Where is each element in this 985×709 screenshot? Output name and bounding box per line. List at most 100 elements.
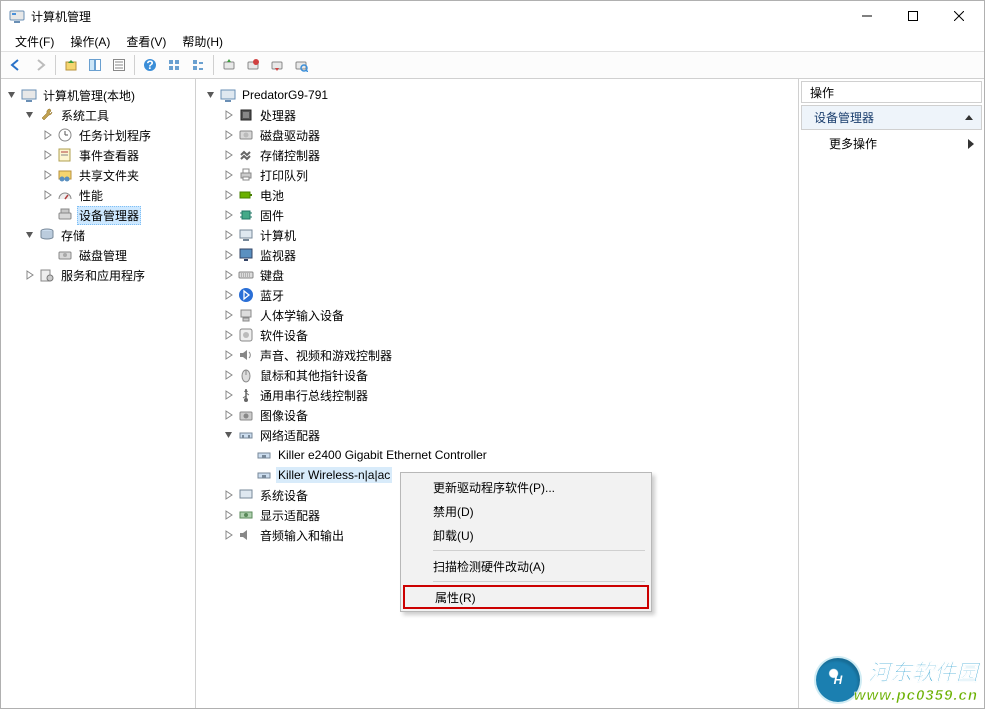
cat-usb[interactable]: 通用串行总线控制器 — [222, 385, 798, 405]
expand-icon[interactable] — [222, 268, 236, 282]
menu-action[interactable]: 操作(A) — [62, 31, 118, 52]
cat-battery[interactable]: 电池 — [222, 185, 798, 205]
tree-label: 任务计划程序 — [77, 126, 153, 145]
actions-more[interactable]: 更多操作 — [801, 130, 982, 157]
cat-firmware[interactable]: 固件 — [222, 205, 798, 225]
expand-icon[interactable] — [23, 268, 37, 282]
tree-event-viewer[interactable]: 事件查看器 — [41, 145, 195, 165]
expand-icon[interactable] — [222, 128, 236, 142]
minimize-button[interactable] — [844, 1, 890, 31]
monitor-icon — [238, 247, 254, 263]
device-killer-ethernet[interactable]: Killer e2400 Gigabit Ethernet Controller — [240, 445, 798, 465]
help-button[interactable]: ? — [139, 54, 161, 76]
collapse-icon[interactable] — [222, 428, 236, 442]
expand-icon[interactable] — [222, 328, 236, 342]
disk-icon — [57, 247, 73, 263]
expand-icon[interactable] — [222, 528, 236, 542]
cat-software-devices[interactable]: 软件设备 — [222, 325, 798, 345]
tree-shared-folders[interactable]: 共享文件夹 — [41, 165, 195, 185]
keyboard-icon — [238, 267, 254, 283]
ctx-scan-hardware[interactable]: 扫描检测硬件改动(A) — [403, 554, 649, 578]
menu-file[interactable]: 文件(F) — [7, 31, 62, 52]
expand-icon[interactable] — [41, 148, 55, 162]
menu-help[interactable]: 帮助(H) — [174, 31, 231, 52]
menu-bar: 文件(F) 操作(A) 查看(V) 帮助(H) — [1, 31, 984, 51]
close-button[interactable] — [936, 1, 982, 31]
expand-icon[interactable] — [222, 188, 236, 202]
tree-label: 共享文件夹 — [77, 166, 141, 185]
device-label: 键盘 — [258, 266, 286, 285]
back-button[interactable] — [5, 54, 27, 76]
expand-icon[interactable] — [222, 108, 236, 122]
expand-icon[interactable] — [222, 388, 236, 402]
device-label: 声音、视频和游戏控制器 — [258, 346, 394, 365]
expand-icon[interactable] — [222, 288, 236, 302]
cat-keyboards[interactable]: 键盘 — [222, 265, 798, 285]
tree-root-computer-management[interactable]: 计算机管理(本地) — [5, 85, 195, 105]
expand-icon[interactable] — [222, 368, 236, 382]
tree-task-scheduler[interactable]: 任务计划程序 — [41, 125, 195, 145]
event-log-icon — [57, 147, 73, 163]
properties-view-button[interactable] — [108, 54, 130, 76]
expand-icon[interactable] — [222, 208, 236, 222]
collapse-icon[interactable] — [23, 228, 37, 242]
app-icon — [9, 8, 25, 24]
ctx-disable[interactable]: 禁用(D) — [403, 499, 649, 523]
toolbar: ? — [1, 51, 984, 79]
disable-button[interactable] — [266, 54, 288, 76]
up-button[interactable] — [60, 54, 82, 76]
window-controls — [844, 1, 982, 31]
expand-icon[interactable] — [222, 308, 236, 322]
expand-icon[interactable] — [222, 228, 236, 242]
expand-icon[interactable] — [41, 128, 55, 142]
device-root[interactable]: PredatorG9-791 — [204, 85, 798, 105]
device-label: 鼠标和其他指针设备 — [258, 366, 370, 385]
collapse-icon[interactable] — [204, 88, 218, 102]
cat-imaging[interactable]: 图像设备 — [222, 405, 798, 425]
cat-mouse[interactable]: 鼠标和其他指针设备 — [222, 365, 798, 385]
scan-hardware-button[interactable] — [290, 54, 312, 76]
actions-section[interactable]: 设备管理器 — [801, 105, 982, 130]
maximize-button[interactable] — [890, 1, 936, 31]
view-resources-button[interactable] — [163, 54, 185, 76]
cat-network-adapters[interactable]: 网络适配器 — [222, 425, 798, 445]
forward-button[interactable] — [29, 54, 51, 76]
ctx-update-driver[interactable]: 更新驱动程序软件(P)... — [403, 475, 649, 499]
collapse-triangle-icon — [965, 114, 973, 122]
ctx-properties[interactable]: 属性(R) — [403, 585, 649, 609]
cat-print-queues[interactable]: 打印队列 — [222, 165, 798, 185]
hid-icon — [238, 307, 254, 323]
cat-disk-drives[interactable]: 磁盘驱动器 — [222, 125, 798, 145]
cat-monitors[interactable]: 监视器 — [222, 245, 798, 265]
expand-icon[interactable] — [222, 348, 236, 362]
tree-disk-management[interactable]: 磁盘管理 — [41, 245, 195, 265]
tree-storage[interactable]: 存储 — [23, 225, 195, 245]
view-devices-button[interactable] — [187, 54, 209, 76]
cat-computer[interactable]: 计算机 — [222, 225, 798, 245]
update-driver-button[interactable] — [218, 54, 240, 76]
cat-hid[interactable]: 人体学输入设备 — [222, 305, 798, 325]
cat-sound[interactable]: 声音、视频和游戏控制器 — [222, 345, 798, 365]
uninstall-button[interactable] — [242, 54, 264, 76]
cat-bluetooth[interactable]: 蓝牙 — [222, 285, 798, 305]
cat-storage-controllers[interactable]: 存储控制器 — [222, 145, 798, 165]
tree-performance[interactable]: 性能 — [41, 185, 195, 205]
tree-services-apps[interactable]: 服务和应用程序 — [23, 265, 195, 285]
expand-icon[interactable] — [222, 408, 236, 422]
expand-icon[interactable] — [222, 248, 236, 262]
tree-label: 事件查看器 — [77, 146, 141, 165]
expand-icon[interactable] — [222, 168, 236, 182]
expand-icon[interactable] — [41, 188, 55, 202]
tree-system-tools[interactable]: 系统工具 — [23, 105, 195, 125]
expand-icon[interactable] — [222, 148, 236, 162]
menu-view[interactable]: 查看(V) — [118, 31, 174, 52]
tree-device-manager[interactable]: 设备管理器 — [41, 205, 195, 225]
expand-icon[interactable] — [41, 168, 55, 182]
expand-icon[interactable] — [222, 508, 236, 522]
ctx-uninstall[interactable]: 卸载(U) — [403, 523, 649, 547]
cat-processor[interactable]: 处理器 — [222, 105, 798, 125]
collapse-icon[interactable] — [5, 88, 19, 102]
show-hide-tree-button[interactable] — [84, 54, 106, 76]
expand-icon[interactable] — [222, 488, 236, 502]
collapse-icon[interactable] — [23, 108, 37, 122]
